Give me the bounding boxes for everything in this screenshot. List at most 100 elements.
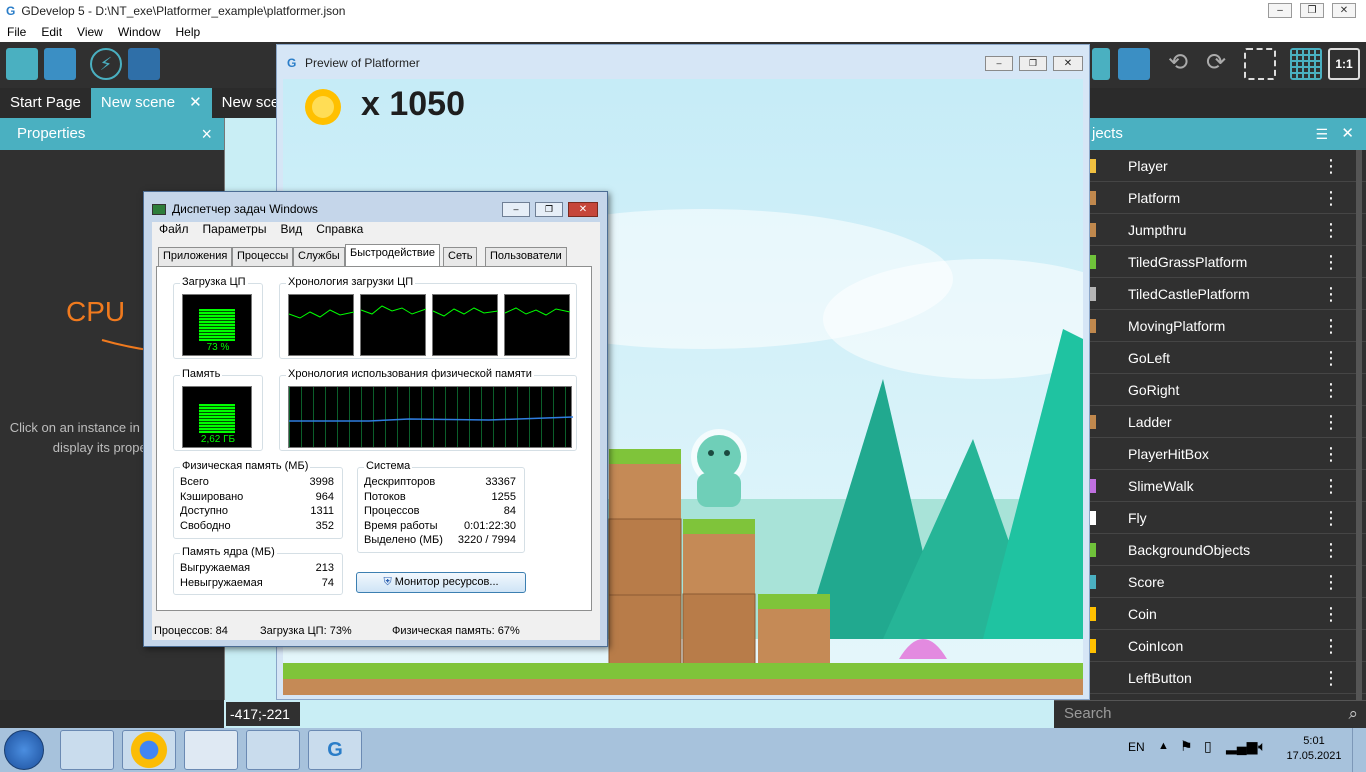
object-menu-icon[interactable]: ⋮ xyxy=(1322,278,1340,310)
tm-menu-bar: Файл Параметры Вид Справка xyxy=(152,222,600,240)
close-tab-icon[interactable]: ✕ xyxy=(189,94,202,111)
grid-icon[interactable] xyxy=(1290,48,1322,80)
object-item[interactable]: PlayerHitBox ⋮ xyxy=(1088,438,1366,470)
tm-tab-network[interactable]: Сеть xyxy=(443,247,478,266)
gdevelop-taskbar-icon[interactable]: G xyxy=(308,730,362,770)
preview-minimize-button[interactable]: ‒ xyxy=(985,56,1013,71)
tm-close-button[interactable]: ✕ xyxy=(568,202,598,217)
tm-maximize-button[interactable]: ❐ xyxy=(535,202,563,217)
object-item[interactable]: GoRight ⋮ xyxy=(1088,374,1366,406)
object-menu-icon[interactable]: ⋮ xyxy=(1322,342,1340,374)
tray-expand-icon[interactable]: ▲ xyxy=(1158,740,1169,752)
redo-icon[interactable]: ⟳ xyxy=(1200,48,1232,80)
object-menu-icon[interactable]: ⋮ xyxy=(1322,566,1340,598)
network-icon[interactable]: ▂▄▆ xyxy=(1226,738,1257,755)
paint-taskbar-icon[interactable] xyxy=(246,730,300,770)
preview-close-button[interactable]: ✕ xyxy=(1053,56,1083,71)
select-area-icon[interactable] xyxy=(1244,48,1276,80)
object-item[interactable]: GoLeft ⋮ xyxy=(1088,342,1366,374)
object-item[interactable]: Score ⋮ xyxy=(1088,566,1366,598)
object-item[interactable]: Fly ⋮ xyxy=(1088,502,1366,534)
tab-start-page[interactable]: Start Page xyxy=(0,88,91,118)
filter-icon[interactable]: ☰ xyxy=(1315,118,1328,150)
object-item[interactable]: SlimeWalk ⋮ xyxy=(1088,470,1366,502)
language-indicator[interactable]: EN xyxy=(1128,740,1145,754)
tm-menu-help[interactable]: Справка xyxy=(309,222,370,240)
zoom-reset-icon[interactable]: 1:1 xyxy=(1328,48,1360,80)
chrome-taskbar-icon[interactable] xyxy=(122,730,176,770)
object-menu-icon[interactable]: ⋮ xyxy=(1322,438,1340,470)
menu-edit[interactable]: Edit xyxy=(34,25,70,39)
volume-icon[interactable]: 🔈︎ xyxy=(1258,738,1266,755)
explorer-taskbar-icon[interactable] xyxy=(60,730,114,770)
object-item[interactable]: MovingPlatform ⋮ xyxy=(1088,310,1366,342)
close-objects-icon[interactable]: ✕ xyxy=(1341,118,1354,150)
gdevelop-small-icon: G xyxy=(287,56,297,70)
object-menu-icon[interactable]: ⋮ xyxy=(1322,598,1340,630)
object-menu-icon[interactable]: ⋮ xyxy=(1322,662,1340,694)
menu-file[interactable]: File xyxy=(0,25,34,39)
resource-monitor-button[interactable]: ⛨ Монитор ресурсов... xyxy=(356,572,526,593)
object-item[interactable]: Coin ⋮ xyxy=(1088,598,1366,630)
object-item[interactable]: BackgroundObjects ⋮ xyxy=(1088,534,1366,566)
object-item[interactable]: Jumpthru ⋮ xyxy=(1088,214,1366,246)
tab-new-scene[interactable]: New scene ✕ xyxy=(90,88,212,118)
object-item[interactable]: TiledCastlePlatform ⋮ xyxy=(1088,278,1366,310)
minimize-button[interactable]: ‒ xyxy=(1268,3,1292,18)
objects-search[interactable]: Search ⌕ xyxy=(1054,700,1366,728)
objects-list-icon[interactable] xyxy=(1118,48,1150,80)
task-manager-taskbar-icon[interactable] xyxy=(184,730,238,770)
maximize-button[interactable]: ❐ xyxy=(1300,3,1324,18)
object-menu-icon[interactable]: ⋮ xyxy=(1322,534,1340,566)
flag-icon[interactable]: ⚑ xyxy=(1180,738,1193,755)
tm-tab-users[interactable]: Пользователи xyxy=(485,247,567,266)
open-scene-icon[interactable] xyxy=(44,48,76,80)
debug-icon[interactable] xyxy=(128,48,160,80)
tm-tab-processes[interactable]: Процессы xyxy=(232,247,294,266)
cpu-usage-group: Загрузка ЦП 73 % xyxy=(173,276,263,359)
device-icon[interactable]: ▯ xyxy=(1204,738,1212,755)
tm-minimize-button[interactable]: ‒ xyxy=(502,202,530,217)
close-properties-icon[interactable]: × xyxy=(201,118,212,150)
search-input[interactable]: Search xyxy=(1064,705,1112,722)
start-button[interactable] xyxy=(4,730,44,770)
object-menu-icon[interactable]: ⋮ xyxy=(1322,374,1340,406)
object-menu-icon[interactable]: ⋮ xyxy=(1322,150,1340,182)
tm-tab-performance[interactable]: Быстродействие xyxy=(345,244,440,267)
menu-window[interactable]: Window xyxy=(111,25,169,39)
shield-icon: ⛨ xyxy=(383,576,392,588)
kv-key: Свободно xyxy=(180,519,231,532)
object-item[interactable]: Ladder ⋮ xyxy=(1088,406,1366,438)
tm-menu-file[interactable]: Файл xyxy=(152,222,196,240)
object-menu-icon[interactable]: ⋮ xyxy=(1322,214,1340,246)
object-item[interactable]: Platform ⋮ xyxy=(1088,182,1366,214)
menu-help[interactable]: Help xyxy=(169,25,209,39)
object-menu-icon[interactable]: ⋮ xyxy=(1322,182,1340,214)
clock[interactable]: 5:01 17.05.2021 xyxy=(1282,734,1346,764)
tm-tab-applications[interactable]: Приложения xyxy=(158,247,233,266)
tm-tab-services[interactable]: Службы xyxy=(293,247,345,266)
object-item[interactable]: TiledGrassPlatform ⋮ xyxy=(1088,246,1366,278)
project-manager-icon[interactable] xyxy=(6,48,38,80)
preview-lightning-icon[interactable]: ⚡ xyxy=(90,48,122,80)
tm-menu-view[interactable]: Вид xyxy=(273,222,309,240)
object-menu-icon[interactable]: ⋮ xyxy=(1322,310,1340,342)
object-item[interactable]: CoinIcon ⋮ xyxy=(1088,630,1366,662)
tm-menu-options[interactable]: Параметры xyxy=(196,222,274,240)
object-menu-icon[interactable]: ⋮ xyxy=(1322,470,1340,502)
search-icon[interactable]: ⌕ xyxy=(1348,701,1358,727)
object-menu-icon[interactable]: ⋮ xyxy=(1322,246,1340,278)
object-menu-icon[interactable]: ⋮ xyxy=(1322,406,1340,438)
object-menu-icon[interactable]: ⋮ xyxy=(1322,630,1340,662)
close-button[interactable]: ✕ xyxy=(1332,3,1356,18)
show-desktop-button[interactable] xyxy=(1352,728,1366,772)
window-title: GDevelop 5 - D:\NT_exe\Platformer_exampl… xyxy=(21,4,346,18)
object-item[interactable]: LeftButton ⋮ xyxy=(1088,662,1366,694)
object-item[interactable]: Player ⋮ xyxy=(1088,150,1366,182)
object-menu-icon[interactable]: ⋮ xyxy=(1322,502,1340,534)
undo-icon[interactable]: ⟲ xyxy=(1162,48,1194,80)
menu-view[interactable]: View xyxy=(70,25,111,39)
layers-icon[interactable] xyxy=(1092,48,1110,80)
objects-scrollbar[interactable] xyxy=(1356,150,1362,700)
preview-maximize-button[interactable]: ❐ xyxy=(1019,56,1047,71)
